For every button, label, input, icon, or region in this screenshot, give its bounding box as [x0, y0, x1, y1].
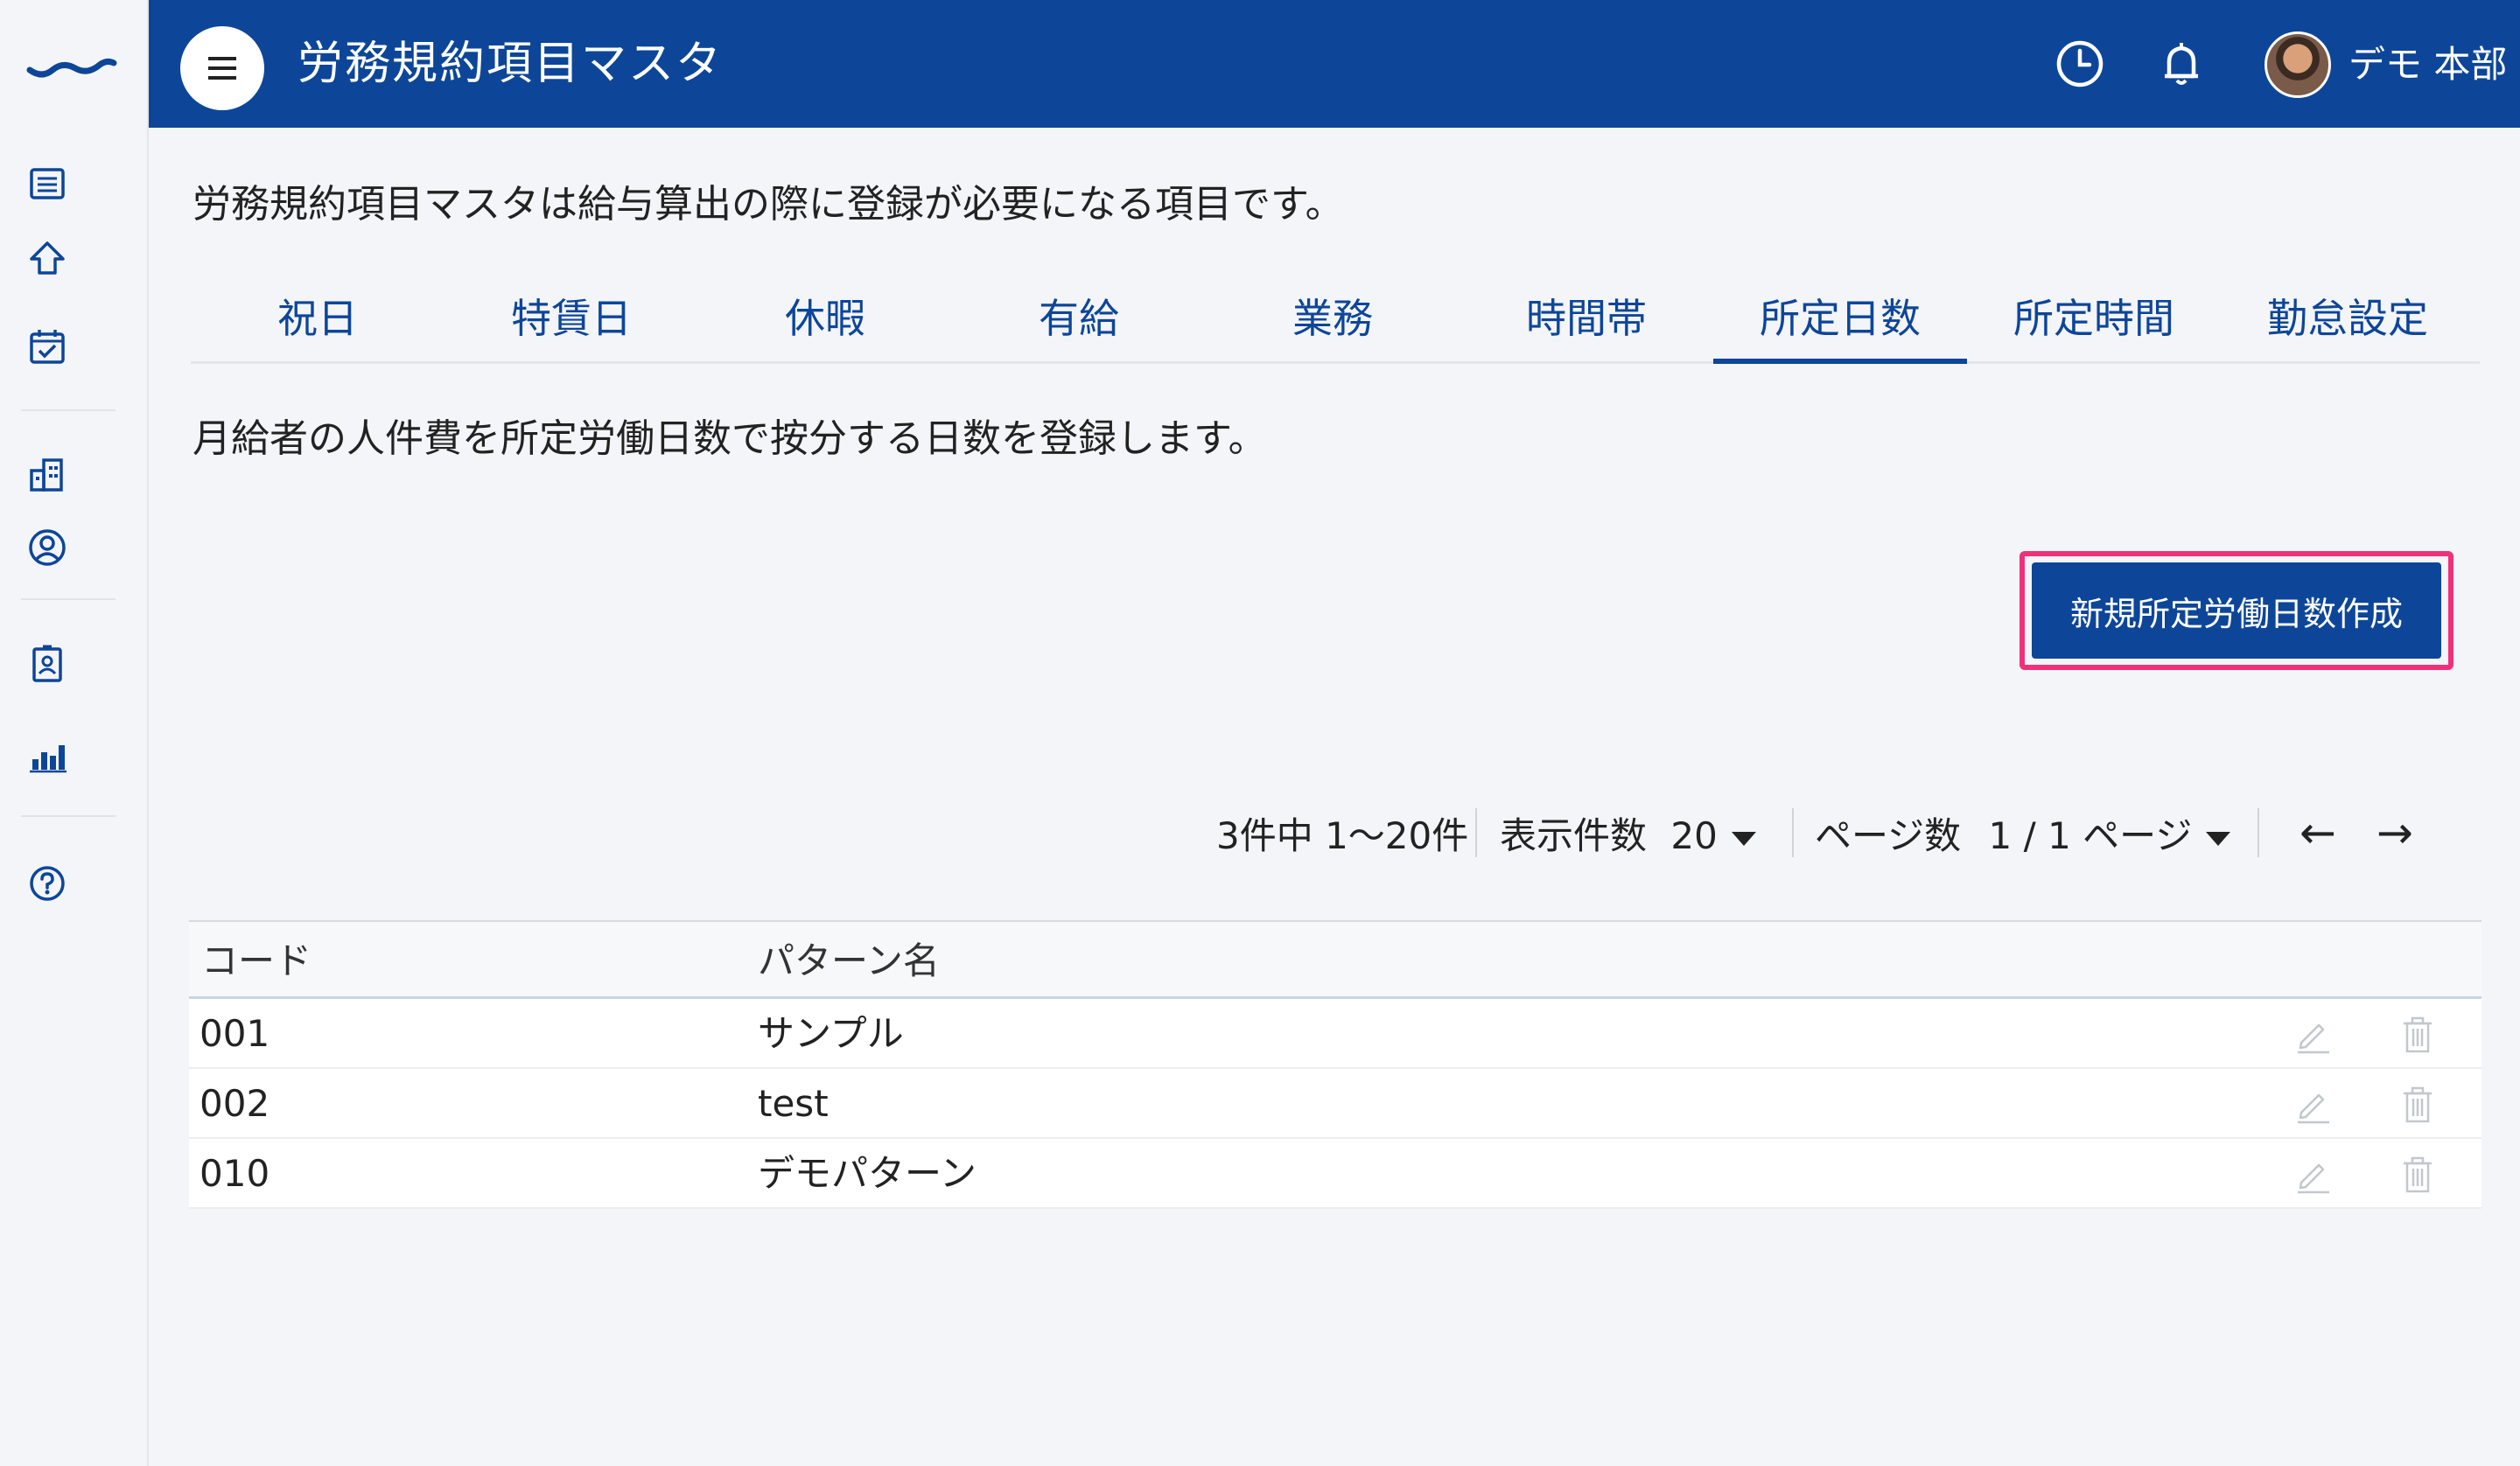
building-icon[interactable]: [21, 448, 74, 500]
per-page-value: 20: [1670, 814, 1718, 857]
next-page-button[interactable]: →: [2376, 801, 2413, 864]
tab-scheduled-hours[interactable]: 所定時間: [1967, 283, 2221, 361]
sidebar: [0, 0, 149, 1466]
pager-divider: [2258, 808, 2259, 857]
cell-pattern-name: デモパターン: [758, 1152, 976, 1195]
table-row[interactable]: 002 test: [189, 1069, 2482, 1139]
table-row[interactable]: 001 サンプル: [189, 999, 2482, 1069]
create-button-highlight: 新規所定労働日数作成: [2020, 551, 2454, 670]
create-scheduled-days-button[interactable]: 新規所定労働日数作成: [2032, 562, 2441, 659]
table-row[interactable]: 010 デモパターン: [189, 1139, 2482, 1209]
bell-icon[interactable]: [2152, 35, 2210, 93]
page-value: 1 / 1 ページ: [1988, 814, 2193, 857]
tab-scheduled-days[interactable]: 所定日数: [1713, 283, 1967, 364]
sidebar-divider: [21, 815, 116, 817]
menu-icon: [208, 57, 236, 80]
list-icon[interactable]: [21, 157, 74, 210]
edit-icon[interactable]: [2292, 1155, 2333, 1195]
cell-pattern-name: test: [758, 1082, 829, 1125]
tab-special-wage-day[interactable]: 特賃日: [444, 283, 698, 361]
tab-bar: 祝日 特賃日 休暇 有給 業務 時間帯 所定日数 所定時間 勤怠設定: [191, 283, 2480, 364]
id-card-icon[interactable]: [21, 639, 74, 691]
caret-down-icon: [2206, 831, 2231, 846]
table-header: コード パターン名: [189, 920, 2482, 999]
column-header-code: コード: [201, 939, 312, 982]
per-page-label: 表示件数: [1500, 814, 1648, 857]
home-icon[interactable]: [21, 233, 74, 285]
tab-leave[interactable]: 休暇: [698, 283, 952, 361]
user-circle-icon[interactable]: [21, 521, 74, 574]
cell-code: 010: [200, 1152, 270, 1195]
app-header: 労務規約項目マスタ デモ 本部: [149, 0, 2520, 128]
caret-down-icon: [1731, 831, 1756, 846]
cell-code: 001: [200, 1012, 270, 1055]
tab-holiday[interactable]: 祝日: [191, 283, 444, 361]
help-icon[interactable]: [21, 857, 74, 910]
avatar[interactable]: [2264, 31, 2331, 98]
calendar-check-icon[interactable]: [21, 320, 74, 373]
page-label: ページ数: [1815, 814, 1962, 857]
tab-paid-leave[interactable]: 有給: [952, 283, 1206, 361]
pager-divider: [1792, 808, 1794, 857]
user-name[interactable]: デモ 本部: [2348, 38, 2507, 91]
sidebar-divider: [21, 409, 116, 411]
per-page-select[interactable]: 表示件数 20: [1500, 805, 1756, 868]
logo[interactable]: [26, 49, 117, 80]
page-description: 労務規約項目マスタは給与算出の際に登録が必要になる項目です。: [192, 182, 1344, 227]
prev-page-button[interactable]: ←: [2300, 801, 2336, 864]
trash-icon[interactable]: [2398, 1085, 2438, 1125]
page-title: 労務規約項目マスタ: [298, 38, 724, 90]
cell-code: 002: [200, 1082, 270, 1125]
chart-icon[interactable]: [21, 730, 74, 782]
clock-icon[interactable]: [2051, 35, 2109, 93]
sidebar-divider: [21, 598, 116, 600]
tab-time-slot[interactable]: 時間帯: [1460, 283, 1713, 361]
pager-divider: [1475, 808, 1477, 857]
edit-icon[interactable]: [2292, 1085, 2333, 1125]
tab-business[interactable]: 業務: [1206, 283, 1460, 361]
edit-icon[interactable]: [2292, 1015, 2333, 1055]
trash-icon[interactable]: [2398, 1015, 2438, 1055]
tab-attendance-settings[interactable]: 勤怠設定: [2221, 283, 2474, 361]
cell-pattern-name: サンプル: [758, 1012, 904, 1055]
page-select[interactable]: ページ数 1 / 1 ページ: [1815, 805, 2231, 868]
tab-description: 月給者の人件費を所定労働日数で按分する日数を登録します。: [192, 416, 1267, 461]
column-header-pattern-name: パターン名: [758, 939, 940, 982]
menu-button[interactable]: [180, 26, 264, 110]
pager-summary: 3件中 1〜20件: [1216, 814, 1469, 857]
data-table: コード パターン名 001 サンプル 002 test 010 デモパターン: [189, 920, 2482, 1209]
trash-icon[interactable]: [2398, 1155, 2438, 1195]
